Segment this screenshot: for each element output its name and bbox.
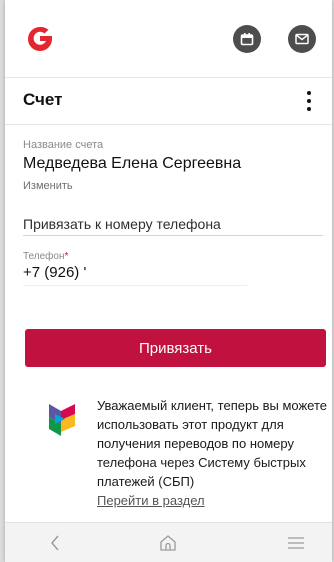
app-screen: Счет Название счета Медведева Елена Серг…: [5, 0, 332, 562]
sbp-logo-icon: [49, 404, 75, 436]
system-nav-bar: [5, 522, 332, 562]
account-name-label: Название счета: [23, 139, 104, 151]
calendar-button[interactable]: [233, 25, 261, 53]
divider: [5, 124, 332, 125]
menu-icon: [288, 537, 304, 549]
binding-type-select[interactable]: Привязать к номеру телефона: [23, 216, 323, 236]
back-button[interactable]: [42, 530, 68, 556]
mail-button[interactable]: [288, 25, 316, 53]
bind-button[interactable]: Привязать: [25, 329, 326, 367]
edit-account-name-link[interactable]: Изменить: [23, 180, 73, 192]
phone-label: Телефон*: [23, 251, 69, 262]
phone-input[interactable]: +7 (926) ': [23, 264, 247, 286]
chevron-left-icon: [51, 535, 59, 551]
sbp-notice: Уважаемый клиент, теперь вы можете испол…: [97, 396, 327, 510]
go-to-section-link[interactable]: Перейти в раздел: [97, 491, 327, 510]
top-bar: [5, 0, 332, 78]
home-button[interactable]: [155, 530, 181, 556]
account-name-value: Медведева Елена Сергеевна: [23, 155, 242, 172]
brand-g-logo-icon[interactable]: [25, 24, 55, 54]
page-title: Счет: [23, 90, 63, 109]
required-mark: *: [64, 251, 69, 262]
mail-icon: [295, 33, 309, 45]
more-options-button[interactable]: [301, 90, 317, 112]
menu-button[interactable]: [283, 530, 309, 556]
sbp-notice-text: Уважаемый клиент, теперь вы можете испол…: [97, 398, 327, 489]
more-vertical-icon: [307, 91, 311, 95]
home-icon: [160, 535, 176, 551]
calendar-icon: [240, 33, 254, 46]
